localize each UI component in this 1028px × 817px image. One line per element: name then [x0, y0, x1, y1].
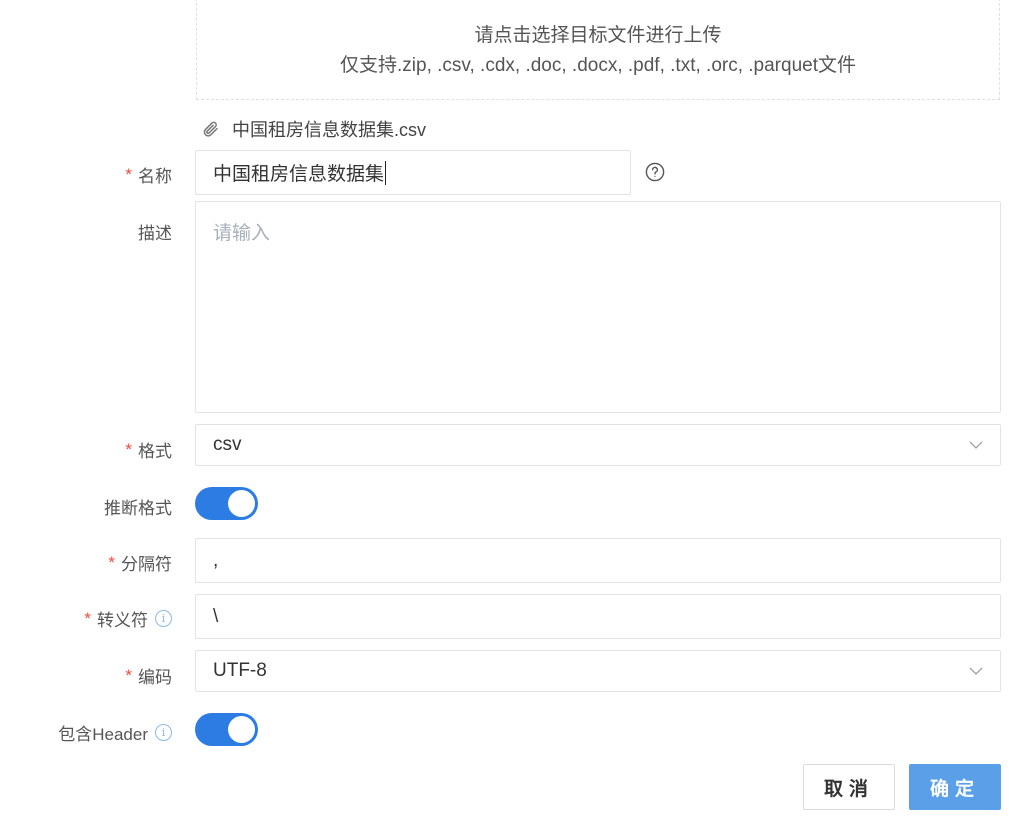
encoding-label-text: 编码 — [138, 668, 172, 687]
name-input-value: 中国租房信息数据集 — [213, 164, 385, 185]
encoding-label: * 编码 — [125, 663, 172, 688]
upload-supported-types: 仅支持.zip, .csv, .cdx, .doc, .docx, .pdf, … — [340, 55, 856, 76]
delimiter-input[interactable]: , — [195, 538, 1001, 583]
format-label: * 格式 — [125, 437, 172, 462]
description-textarea[interactable]: 请输入 — [195, 201, 1001, 413]
escape-input-value: \ — [213, 605, 219, 627]
infer-format-toggle[interactable] — [195, 487, 258, 520]
chevron-down-icon — [969, 441, 983, 449]
required-mark: * — [84, 608, 91, 628]
info-icon[interactable]: i — [155, 724, 172, 741]
include-header-label-text: 包含Header — [58, 725, 148, 744]
required-mark: * — [108, 552, 115, 572]
info-icon[interactable]: i — [155, 610, 172, 627]
escape-label-text: 转义符 — [97, 611, 148, 630]
toggle-knob — [228, 490, 255, 517]
chevron-down-icon — [969, 667, 983, 675]
format-select-value: csv — [213, 434, 242, 455]
text-caret — [385, 160, 387, 185]
encoding-select[interactable]: UTF-8 — [195, 650, 1001, 692]
description-placeholder: 请输入 — [213, 223, 271, 244]
delimiter-input-value: , — [213, 549, 219, 571]
required-mark: * — [125, 164, 132, 184]
paperclip-icon — [203, 121, 218, 137]
upload-prompt: 请点击选择目标文件进行上传 — [474, 25, 722, 46]
description-label-text: 描述 — [138, 224, 172, 243]
name-label-text: 名称 — [138, 167, 172, 186]
required-mark: * — [125, 439, 132, 459]
uploaded-file-name: 中国租房信息数据集.csv — [232, 120, 427, 140]
name-input[interactable]: 中国租房信息数据集 — [195, 150, 631, 195]
dataset-upload-form: 请点击选择目标文件进行上传 仅支持.zip, .csv, .cdx, .doc,… — [0, 0, 1028, 817]
upload-dropzone[interactable]: 请点击选择目标文件进行上传 仅支持.zip, .csv, .cdx, .doc,… — [196, 0, 1000, 100]
escape-input[interactable]: \ — [195, 594, 1001, 639]
include-header-toggle[interactable] — [195, 713, 258, 746]
include-header-label: 包含Header i — [58, 720, 172, 745]
infer-format-label-text: 推断格式 — [104, 499, 172, 518]
uploaded-file[interactable]: 中国租房信息数据集.csv — [202, 116, 426, 142]
infer-format-label: 推断格式 — [104, 494, 172, 519]
cancel-button[interactable]: 取消 — [803, 764, 895, 810]
format-label-text: 格式 — [138, 442, 172, 461]
toggle-knob — [228, 716, 255, 743]
name-label: * 名称 — [125, 162, 172, 187]
description-label: 描述 — [138, 219, 172, 244]
delimiter-label: * 分隔符 — [108, 550, 172, 575]
delimiter-label-text: 分隔符 — [121, 555, 172, 574]
encoding-select-value: UTF-8 — [213, 660, 267, 681]
escape-label: * 转义符 i — [84, 606, 172, 631]
confirm-button[interactable]: 确定 — [909, 764, 1001, 810]
format-select[interactable]: csv — [195, 424, 1001, 466]
question-circle-icon[interactable] — [645, 162, 665, 182]
required-mark: * — [125, 665, 132, 685]
